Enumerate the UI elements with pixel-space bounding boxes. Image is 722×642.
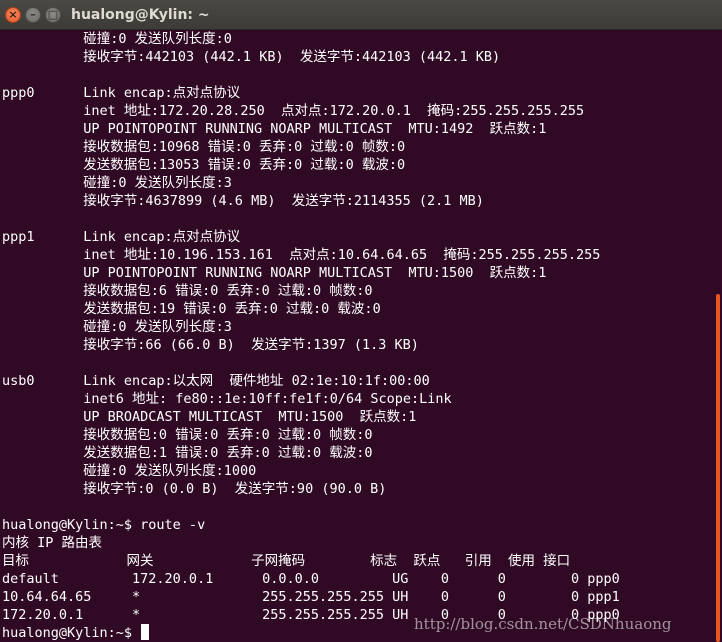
terminal-line: 10.64.64.65 * 255.255.255.255 UH 0 0 0 p… <box>2 589 620 605</box>
text-cursor <box>141 624 150 640</box>
watermark: http://blog.csdn.net/CSDNhuaong <box>414 615 672 633</box>
terminal-line: 碰撞:0 发送队列长度:3 <box>2 319 232 335</box>
terminal-line: UP POINTOPOINT RUNNING NOARP MULTICAST M… <box>2 121 547 137</box>
terminal-line: 碰撞:0 发送队列长度:0 <box>2 31 232 47</box>
terminal-line: inet6 地址: fe80::1e:10ff:fe1f:0/64 Scope:… <box>2 391 452 407</box>
window-title: hualong@Kylin: ~ <box>71 7 210 23</box>
terminal-prompt-line[interactable]: hualong@Kylin:~$ <box>2 624 150 642</box>
terminal-line: inet 地址:10.196.153.161 点对点:10.64.64.65 掩… <box>2 247 601 263</box>
terminal-prompt: hualong@Kylin:~$ <box>2 625 141 641</box>
terminal-line: 接收数据包:6 错误:0 丢弃:0 过载:0 帧数:0 <box>2 283 373 299</box>
terminal-output[interactable]: 碰撞:0 发送队列长度:0 接收字节:442103 (442.1 KB) 发送字… <box>0 30 716 642</box>
terminal-line: 接收字节:66 (66.0 B) 发送字节:1397 (1.3 KB) <box>2 337 419 353</box>
terminal-line: usb0 Link encap:以太网 硬件地址 02:1e:10:1f:00:… <box>2 373 430 389</box>
terminal-line: 目标 网关 子网掩码 标志 跃点 引用 使用 接口 <box>2 553 571 569</box>
minimize-button[interactable]: – <box>25 7 41 23</box>
terminal-line: default 172.20.0.1 0.0.0.0 UG 0 0 0 ppp0 <box>2 571 620 587</box>
terminal-line: 碰撞:0 发送队列长度:3 <box>2 175 232 191</box>
terminal-line: 发送数据包:19 错误:0 丢弃:0 过载:0 载波:0 <box>2 301 381 317</box>
title-bar[interactable]: × – □ hualong@Kylin: ~ <box>0 0 722 30</box>
terminal-line: 发送数据包:13053 错误:0 丢弃:0 过载:0 载波:0 <box>2 157 406 173</box>
close-button[interactable]: × <box>5 7 21 23</box>
terminal-line: inet 地址:172.20.28.250 点对点:172.20.0.1 掩码:… <box>2 103 585 119</box>
terminal-line: 接收字节:442103 (442.1 KB) 发送字节:442103 (442.… <box>2 49 501 65</box>
terminal-line: UP BROADCAST MULTICAST MTU:1500 跃点数:1 <box>2 409 417 425</box>
maximize-button[interactable]: □ <box>45 7 61 23</box>
terminal-line: 接收字节:0 (0.0 B) 发送字节:90 (90.0 B) <box>2 481 387 497</box>
terminal-line: ppp1 Link encap:点对点协议 <box>2 229 241 245</box>
terminal-line: 碰撞:0 发送队列长度:1000 <box>2 463 257 479</box>
terminal-line: 内核 IP 路由表 <box>2 535 103 551</box>
terminal-line: 接收数据包:10968 错误:0 丢弃:0 过载:0 帧数:0 <box>2 139 406 155</box>
terminal-line: 接收数据包:0 错误:0 丢弃:0 过载:0 帧数:0 <box>2 427 373 443</box>
terminal-line: ppp0 Link encap:点对点协议 <box>2 85 241 101</box>
terminal-line: hualong@Kylin:~$ route -v <box>2 517 206 533</box>
terminal-window: × – □ hualong@Kylin: ~ 碰撞:0 发送队列长度:0 接收字… <box>0 0 722 642</box>
terminal-scrollbar[interactable] <box>716 294 720 642</box>
terminal-line: 发送数据包:1 错误:0 丢弃:0 过载:0 载波:0 <box>2 445 373 461</box>
terminal-line: 接收字节:4637899 (4.6 MB) 发送字节:2114355 (2.1 … <box>2 193 484 209</box>
terminal-line: UP POINTOPOINT RUNNING NOARP MULTICAST M… <box>2 265 547 281</box>
